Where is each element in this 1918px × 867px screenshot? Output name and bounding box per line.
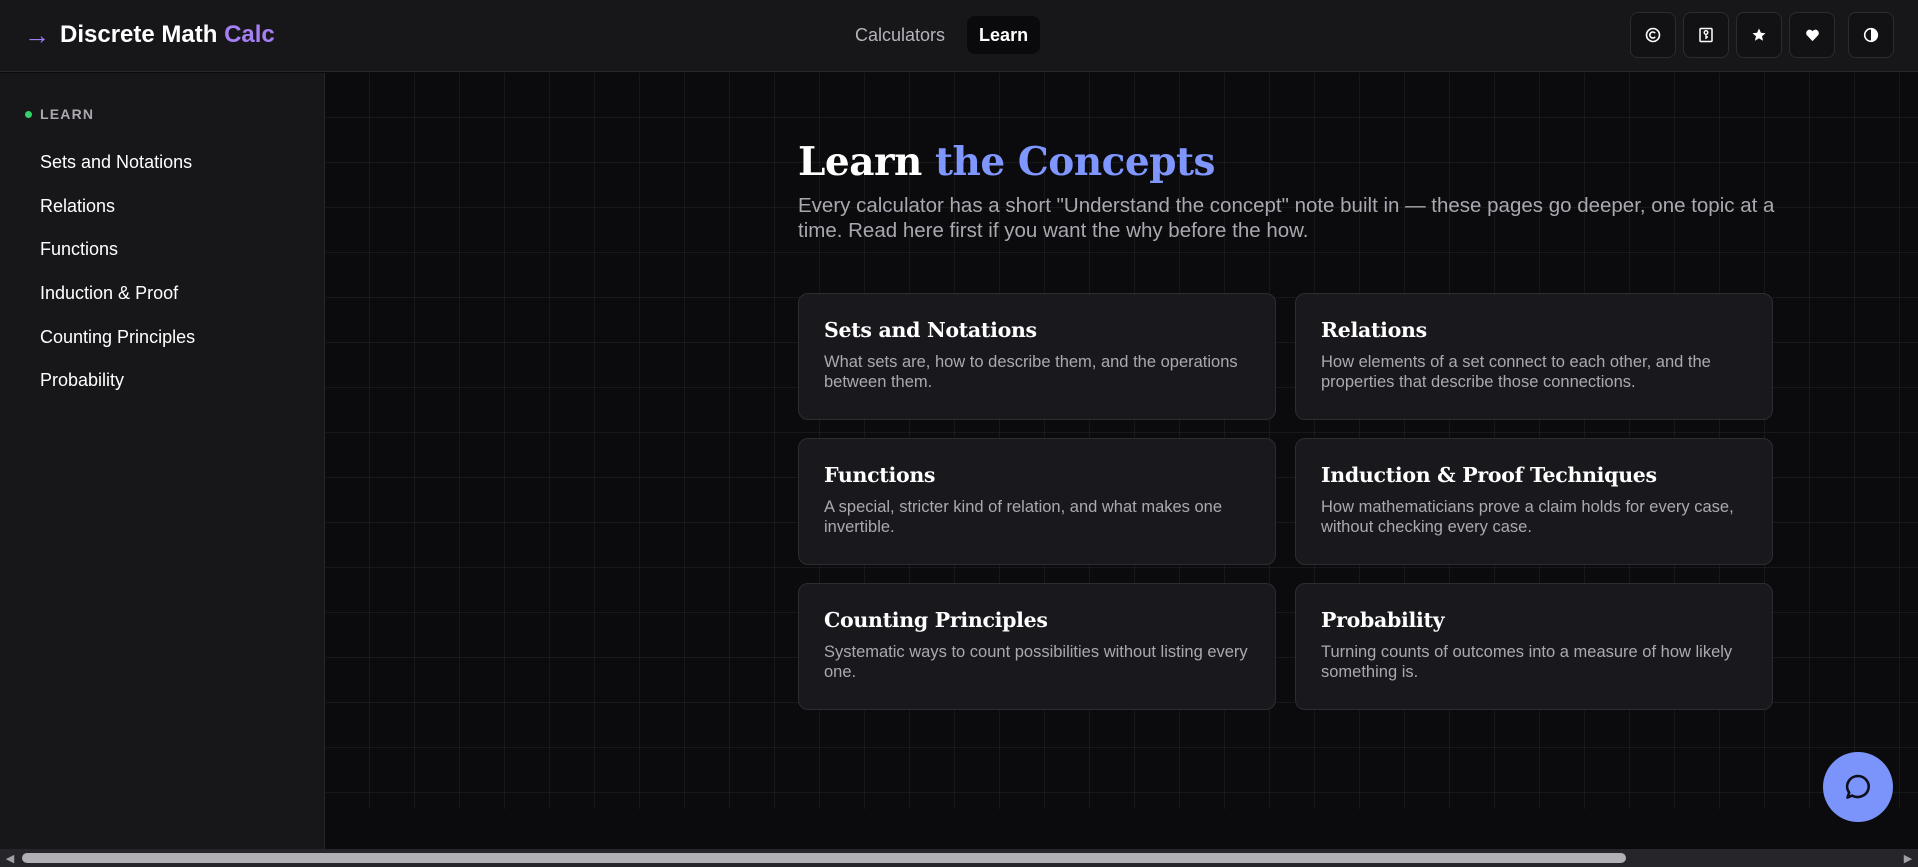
brand-name: Discrete Math <box>60 21 218 48</box>
page-intro: Every calculator has a short "Understand… <box>798 194 1775 242</box>
concept-card-counting-principles[interactable]: Counting Principles Systematic ways to c… <box>798 583 1276 710</box>
card-description: Systematic ways to count possibilities w… <box>824 643 1248 681</box>
contrast-icon <box>1863 27 1879 43</box>
star-icon <box>1752 28 1766 41</box>
toolbar-buttons <box>1630 12 1894 58</box>
heart-icon <box>1805 29 1819 42</box>
heart-button[interactable] <box>1789 12 1835 58</box>
top-nav: Calculators Learn <box>843 16 1041 54</box>
sidebar-heading: LEARN <box>25 106 94 122</box>
concept-card-induction-and-proof[interactable]: Induction & Proof Techniques How mathema… <box>1295 438 1773 565</box>
star-button[interactable] <box>1736 12 1782 58</box>
card-title: Relations <box>1321 318 1427 342</box>
status-dot-icon <box>25 110 32 118</box>
page-title-accent: the Concepts <box>935 139 1215 185</box>
concept-card-relations[interactable]: Relations How elements of a set connect … <box>1295 293 1773 420</box>
concept-card-probability[interactable]: Probability Turning counts of outcomes i… <box>1295 583 1773 710</box>
key-icon <box>1699 27 1713 43</box>
card-title: Functions <box>824 463 936 487</box>
sidebar-item-sets-and-notations[interactable]: Sets and Notations <box>40 141 195 185</box>
sidebar: LEARN Sets and Notations Relations Funct… <box>0 73 325 849</box>
concept-cards-grid: Sets and Notations What sets are, how to… <box>798 293 1773 710</box>
chat-button[interactable] <box>1823 752 1893 822</box>
arrow-right-icon: → <box>24 19 50 50</box>
tab-learn[interactable]: Learn <box>967 16 1041 54</box>
top-bar: → Discrete Math Calc Calculators Learn <box>0 0 1918 72</box>
page-title-plain: Learn <box>798 139 922 185</box>
sidebar-item-counting-principles[interactable]: Counting Principles <box>40 315 195 359</box>
card-title: Sets and Notations <box>824 318 1037 342</box>
sidebar-item-relations[interactable]: Relations <box>40 185 195 229</box>
horizontal-scrollbar[interactable]: ◀ ▶ <box>0 849 1918 867</box>
card-description: How mathematicians prove a claim holds f… <box>1321 498 1734 536</box>
concept-card-functions[interactable]: Functions A special, stricter kind of re… <box>798 438 1276 565</box>
sidebar-item-functions[interactable]: Functions <box>40 228 195 272</box>
concept-card-sets-and-notations[interactable]: Sets and Notations What sets are, how to… <box>798 293 1276 420</box>
sidebar-item-probability[interactable]: Probability <box>40 359 195 403</box>
key-button[interactable] <box>1683 12 1729 58</box>
card-description: What sets are, how to describe them, and… <box>824 353 1238 391</box>
card-description: A special, stricter kind of relation, an… <box>824 498 1223 536</box>
theme-toggle-button[interactable] <box>1848 12 1894 58</box>
page-title: Learn the Concepts <box>798 139 1215 185</box>
sidebar-heading-label: LEARN <box>40 106 95 122</box>
card-title: Probability <box>1321 608 1445 632</box>
card-title: Counting Principles <box>824 608 1048 632</box>
tab-calculators[interactable]: Calculators <box>843 16 957 54</box>
sidebar-item-induction-and-proof[interactable]: Induction & Proof <box>40 272 195 316</box>
card-title: Induction & Proof Techniques <box>1321 463 1657 487</box>
chat-bubble-icon <box>1845 774 1870 799</box>
copyright-icon <box>1645 27 1661 43</box>
card-description: Turning counts of outcomes into a measur… <box>1321 643 1733 681</box>
scrollbar-thumb[interactable] <box>22 853 1626 863</box>
brand-text: Discrete Math Calc <box>60 21 275 49</box>
scroll-right-arrow-icon[interactable]: ▶ <box>1900 849 1916 867</box>
copyright-button[interactable] <box>1630 12 1676 58</box>
card-description: How elements of a set connect to each ot… <box>1321 353 1711 391</box>
brand-logo-link[interactable]: → Discrete Math Calc <box>24 18 275 52</box>
main-content: Learn the Concepts Every calculator has … <box>326 73 1918 849</box>
brand-accent: Calc <box>224 21 275 48</box>
scroll-left-arrow-icon[interactable]: ◀ <box>2 849 18 867</box>
sidebar-list: Sets and Notations Relations Functions I… <box>40 141 195 403</box>
